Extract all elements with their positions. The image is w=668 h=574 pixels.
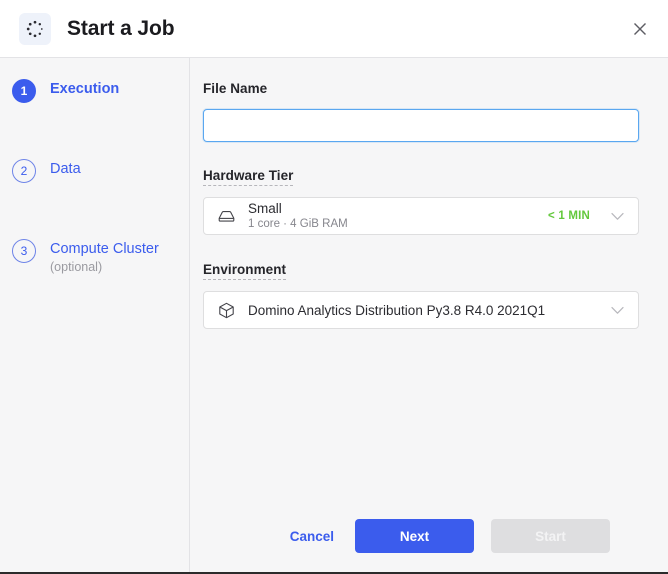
- modal-footer: Cancel Next Start: [203, 512, 639, 572]
- sidebar-item-execution[interactable]: 1 Execution: [0, 78, 189, 158]
- page-title: Start a Job: [67, 16, 175, 40]
- file-name-field-group: File Name: [203, 80, 639, 142]
- modal-header: Start a Job: [0, 0, 668, 58]
- close-icon[interactable]: [626, 15, 654, 43]
- step-badge-3: 3: [12, 239, 36, 263]
- hardware-tier-field-group: Hardware Tier Small 1 core · 4 GiB RAM <…: [203, 167, 639, 235]
- environment-label: Environment: [203, 262, 287, 280]
- sidebar-item-data[interactable]: 2 Data: [0, 158, 189, 238]
- sidebar-item-compute-cluster[interactable]: 3 Compute Cluster (optional): [0, 238, 189, 318]
- cancel-button[interactable]: Cancel: [286, 523, 338, 550]
- sidebar-item-sublabel-optional: (optional): [50, 260, 103, 274]
- file-name-label: File Name: [203, 81, 268, 96]
- chevron-down-icon[interactable]: [606, 212, 628, 221]
- hardware-tier-label: Hardware Tier: [203, 168, 294, 186]
- file-name-input[interactable]: [203, 109, 639, 142]
- step-badge-2: 2: [12, 159, 36, 183]
- job-spinner-icon: [19, 12, 51, 45]
- hardware-tier-spec: 1 core · 4 GiB RAM: [248, 218, 348, 230]
- environment-value: Domino Analytics Distribution Py3.8 R4.0…: [248, 302, 546, 318]
- environment-select[interactable]: Domino Analytics Distribution Py3.8 R4.0…: [203, 291, 639, 329]
- sidebar-item-label-execution: Execution: [50, 81, 120, 97]
- chevron-down-icon[interactable]: [606, 306, 628, 315]
- start-a-job-modal: Start a Job 1 Execution 2 Data 3 Compute…: [0, 0, 668, 574]
- sidebar-item-label-data: Data: [50, 161, 81, 177]
- start-button[interactable]: Start: [491, 519, 610, 553]
- sidebar-item-label-compute-cluster: Compute Cluster: [50, 241, 159, 257]
- main-panel: File Name Hardware Tier Small 1 core · 4…: [190, 58, 668, 572]
- hardware-tier-select[interactable]: Small 1 core · 4 GiB RAM < 1 MIN: [203, 197, 639, 235]
- hardware-tier-duration-badge: < 1 MIN: [548, 210, 590, 222]
- environment-field-group: Environment Domino Analytics Distributio…: [203, 261, 639, 329]
- next-button[interactable]: Next: [355, 519, 474, 553]
- step-badge-1: 1: [12, 79, 36, 103]
- server-icon: [215, 209, 237, 224]
- modal-body: 1 Execution 2 Data 3 Compute Cluster (op…: [0, 58, 668, 572]
- hardware-tier-name: Small: [248, 201, 282, 216]
- step-sidebar: 1 Execution 2 Data 3 Compute Cluster (op…: [0, 58, 190, 572]
- cube-icon: [215, 302, 237, 319]
